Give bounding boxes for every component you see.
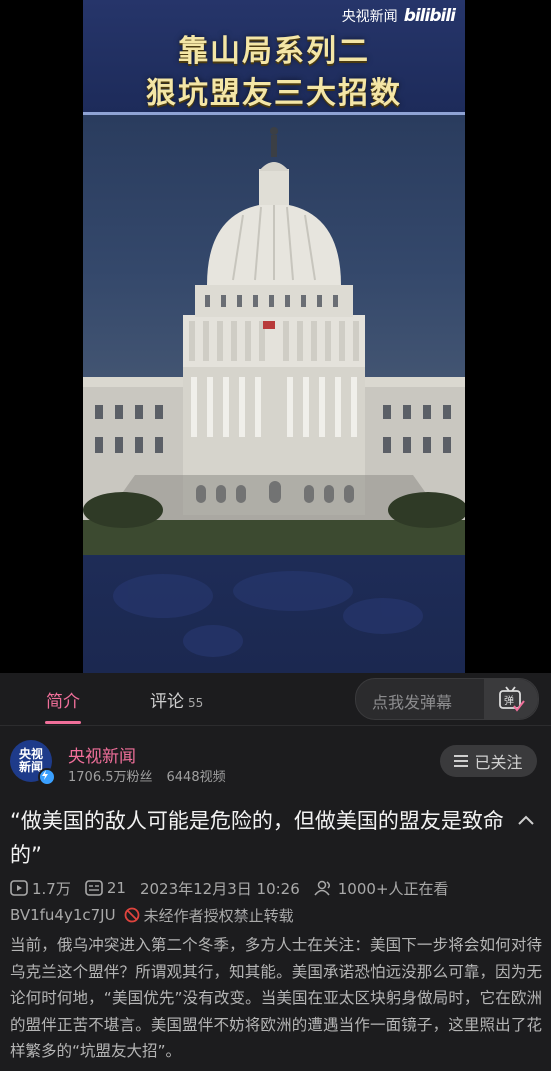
bilibili-logo: bilibili [403, 6, 456, 26]
video-frame: 央视新闻 bilibili 靠山局系列二 狠坑盟友三大招数 [83, 0, 465, 673]
fans-count: 1706.5万粉丝 [68, 770, 153, 785]
overlay-title-line-2: 狠坑盟友三大招数 [146, 76, 402, 111]
danmaku-input-box[interactable]: 点我发弹幕 弹 [355, 678, 539, 720]
world-map-background [83, 556, 465, 673]
follow-button[interactable]: 已关注 [440, 745, 537, 777]
plays-count: 1.7万 [32, 879, 71, 898]
video-count: 6448视频 [166, 770, 226, 785]
uploader-name[interactable]: 央视新闻 [68, 742, 136, 767]
tab-intro-label: 简介 [46, 692, 80, 712]
publish-date: 2023年12月3日 10:26 [139, 879, 300, 898]
uploader-row: 央视新闻 央视新闻 1706.5万粉丝 6448视频 已关注 [0, 726, 551, 788]
bvid: BV1fu4y1c7JU [10, 906, 116, 924]
play-count-icon [10, 880, 28, 896]
video-title: “做美国的敌人可能是危险的，但做美国的盟友是致命的” [10, 809, 504, 867]
plays-stat: 1.7万 [10, 878, 71, 899]
danmaku-placeholder[interactable]: 点我发弹幕 [372, 689, 452, 713]
danmaku-stat: 21 [85, 879, 126, 897]
menu-icon [454, 755, 469, 767]
active-tab-indicator [45, 721, 81, 724]
repost-notice: 未经作者授权禁止转载 [143, 906, 294, 925]
video-meta: 1.7万 21 2023年12月3日 10:26 1000+人正在看 [10, 877, 545, 899]
no-repost-icon [124, 907, 139, 923]
capitol-building-image [83, 115, 465, 555]
viewers-icon [314, 880, 330, 896]
uploader-stats: 1706.5万粉丝 6448视频 [68, 766, 226, 785]
tab-comments-label: 评论 [150, 692, 184, 712]
danmaku-count: 21 [106, 879, 126, 897]
video-description: 当前，俄乌冲突进入第二个冬季，多方人士在关注：美国下一步将会如何对待乌克兰这个盟… [10, 936, 542, 1060]
chevron-up-icon[interactable] [517, 814, 535, 826]
watching-stat: 1000+人正在看 [314, 878, 449, 899]
watching-count: 1000+人正在看 [337, 879, 449, 898]
watermark-channel: 央视新闻 [341, 9, 398, 25]
danmaku-tv-icon: 弹 [499, 686, 525, 712]
follow-label: 已关注 [474, 753, 523, 772]
tab-intro[interactable]: 简介 [46, 687, 80, 712]
video-player[interactable]: 央视新闻 bilibili 靠山局系列二 狠坑盟友三大招数 [0, 0, 551, 673]
danmaku-count-icon [85, 880, 103, 896]
overlay-title-line-1: 靠山局系列二 [178, 34, 370, 69]
video-id-row: BV1fu4y1c7JU 未经作者授权禁止转载 [10, 904, 294, 926]
tab-comments[interactable]: 评论 55 [150, 687, 203, 712]
danmaku-settings-button[interactable]: 弹 [484, 679, 538, 719]
comments-count: 55 [188, 696, 204, 710]
watermark: 央视新闻 bilibili [341, 6, 456, 26]
video-title-banner: 央视新闻 bilibili 靠山局系列二 狠坑盟友三大招数 [83, 0, 465, 115]
verified-badge-icon [38, 768, 56, 786]
danmaku-button-glyph: 弹 [504, 694, 514, 707]
